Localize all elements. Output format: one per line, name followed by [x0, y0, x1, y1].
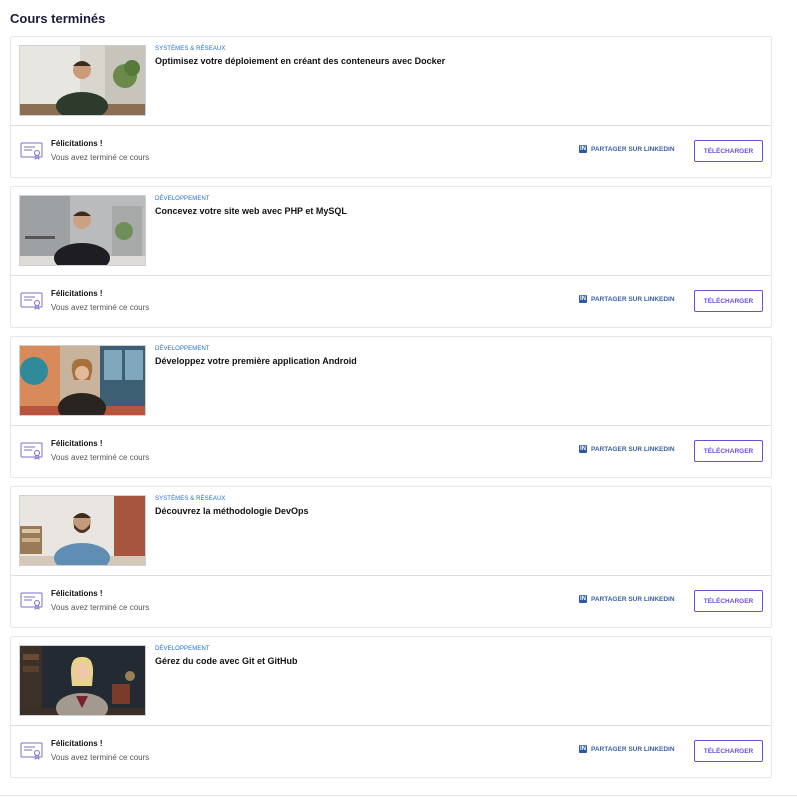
course-thumbnail[interactable]	[19, 495, 146, 566]
completed-label: Vous avez terminé ce cours	[51, 153, 150, 162]
share-linkedin-label: Partager sur LinkedIn	[591, 445, 675, 453]
share-linkedin-button[interactable]: in Partager sur LinkedIn	[579, 745, 675, 753]
linkedin-icon: in	[579, 595, 587, 603]
linkedin-icon: in	[579, 745, 587, 753]
course-completion: Félicitations ! Vous avez terminé ce cou…	[11, 126, 771, 177]
course-title[interactable]: Découvrez la méthodologie DevOps	[155, 506, 309, 516]
share-linkedin-button[interactable]: in Partager sur LinkedIn	[579, 145, 675, 153]
course-title[interactable]: Développez votre première application An…	[155, 356, 357, 366]
congrats-label: Félicitations !	[51, 139, 103, 148]
certificate-icon	[20, 292, 43, 310]
download-button[interactable]: Télécharger	[694, 590, 763, 612]
page-title: Cours terminés	[10, 11, 106, 26]
course-card: Développement Gérez du code avec Git et …	[10, 636, 772, 778]
course-header[interactable]: Systèmes & Réseaux Optimisez votre déplo…	[11, 37, 771, 126]
course-title[interactable]: Concevez votre site web avec PHP et MySQ…	[155, 206, 347, 216]
congrats-label: Félicitations !	[51, 439, 103, 448]
course-category: Développement	[155, 346, 210, 352]
course-title[interactable]: Optimisez votre déploiement en créant de…	[155, 56, 445, 66]
download-button[interactable]: Télécharger	[694, 740, 763, 762]
share-linkedin-button[interactable]: in Partager sur LinkedIn	[579, 445, 675, 453]
certificate-icon	[20, 142, 43, 160]
course-category: Développement	[155, 646, 210, 652]
course-thumbnail[interactable]	[19, 195, 146, 266]
share-linkedin-button[interactable]: in Partager sur LinkedIn	[579, 295, 675, 303]
share-linkedin-label: Partager sur LinkedIn	[591, 595, 675, 603]
download-button[interactable]: Télécharger	[694, 140, 763, 162]
course-card: Systèmes & Réseaux Découvrez la méthodol…	[10, 486, 772, 628]
download-button[interactable]: Télécharger	[694, 290, 763, 312]
share-linkedin-label: Partager sur LinkedIn	[591, 745, 675, 753]
share-linkedin-label: Partager sur LinkedIn	[591, 295, 675, 303]
linkedin-icon: in	[579, 145, 587, 153]
certificate-icon	[20, 742, 43, 760]
share-linkedin-label: Partager sur LinkedIn	[591, 145, 675, 153]
course-completion: Félicitations ! Vous avez terminé ce cou…	[11, 726, 771, 777]
course-completion: Félicitations ! Vous avez terminé ce cou…	[11, 576, 771, 627]
certificate-icon	[20, 442, 43, 460]
linkedin-icon: in	[579, 445, 587, 453]
course-card: Développement Concevez votre site web av…	[10, 186, 772, 328]
completed-label: Vous avez terminé ce cours	[51, 453, 150, 462]
course-category: Développement	[155, 196, 210, 202]
course-header[interactable]: Développement Développez votre première …	[11, 337, 771, 426]
congrats-label: Félicitations !	[51, 739, 103, 748]
completed-label: Vous avez terminé ce cours	[51, 753, 150, 762]
course-title[interactable]: Gérez du code avec Git et GitHub	[155, 656, 298, 666]
certificate-icon	[20, 592, 43, 610]
course-header[interactable]: Systèmes & Réseaux Découvrez la méthodol…	[11, 487, 771, 576]
completed-label: Vous avez terminé ce cours	[51, 303, 150, 312]
share-linkedin-button[interactable]: in Partager sur LinkedIn	[579, 595, 675, 603]
divider	[0, 795, 797, 796]
linkedin-icon: in	[579, 295, 587, 303]
course-completion: Félicitations ! Vous avez terminé ce cou…	[11, 426, 771, 477]
course-category: Systèmes & Réseaux	[155, 46, 226, 52]
congrats-label: Félicitations !	[51, 589, 103, 598]
course-header[interactable]: Développement Gérez du code avec Git et …	[11, 637, 771, 726]
course-card: Systèmes & Réseaux Optimisez votre déplo…	[10, 36, 772, 178]
course-list: Systèmes & Réseaux Optimisez votre déplo…	[10, 36, 772, 786]
completed-label: Vous avez terminé ce cours	[51, 603, 150, 612]
download-button[interactable]: Télécharger	[694, 440, 763, 462]
course-thumbnail[interactable]	[19, 645, 146, 716]
course-card: Développement Développez votre première …	[10, 336, 772, 478]
congrats-label: Félicitations !	[51, 289, 103, 298]
course-thumbnail[interactable]	[19, 345, 146, 416]
course-thumbnail[interactable]	[19, 45, 146, 116]
course-header[interactable]: Développement Concevez votre site web av…	[11, 187, 771, 276]
course-completion: Félicitations ! Vous avez terminé ce cou…	[11, 276, 771, 327]
course-category: Systèmes & Réseaux	[155, 496, 226, 502]
